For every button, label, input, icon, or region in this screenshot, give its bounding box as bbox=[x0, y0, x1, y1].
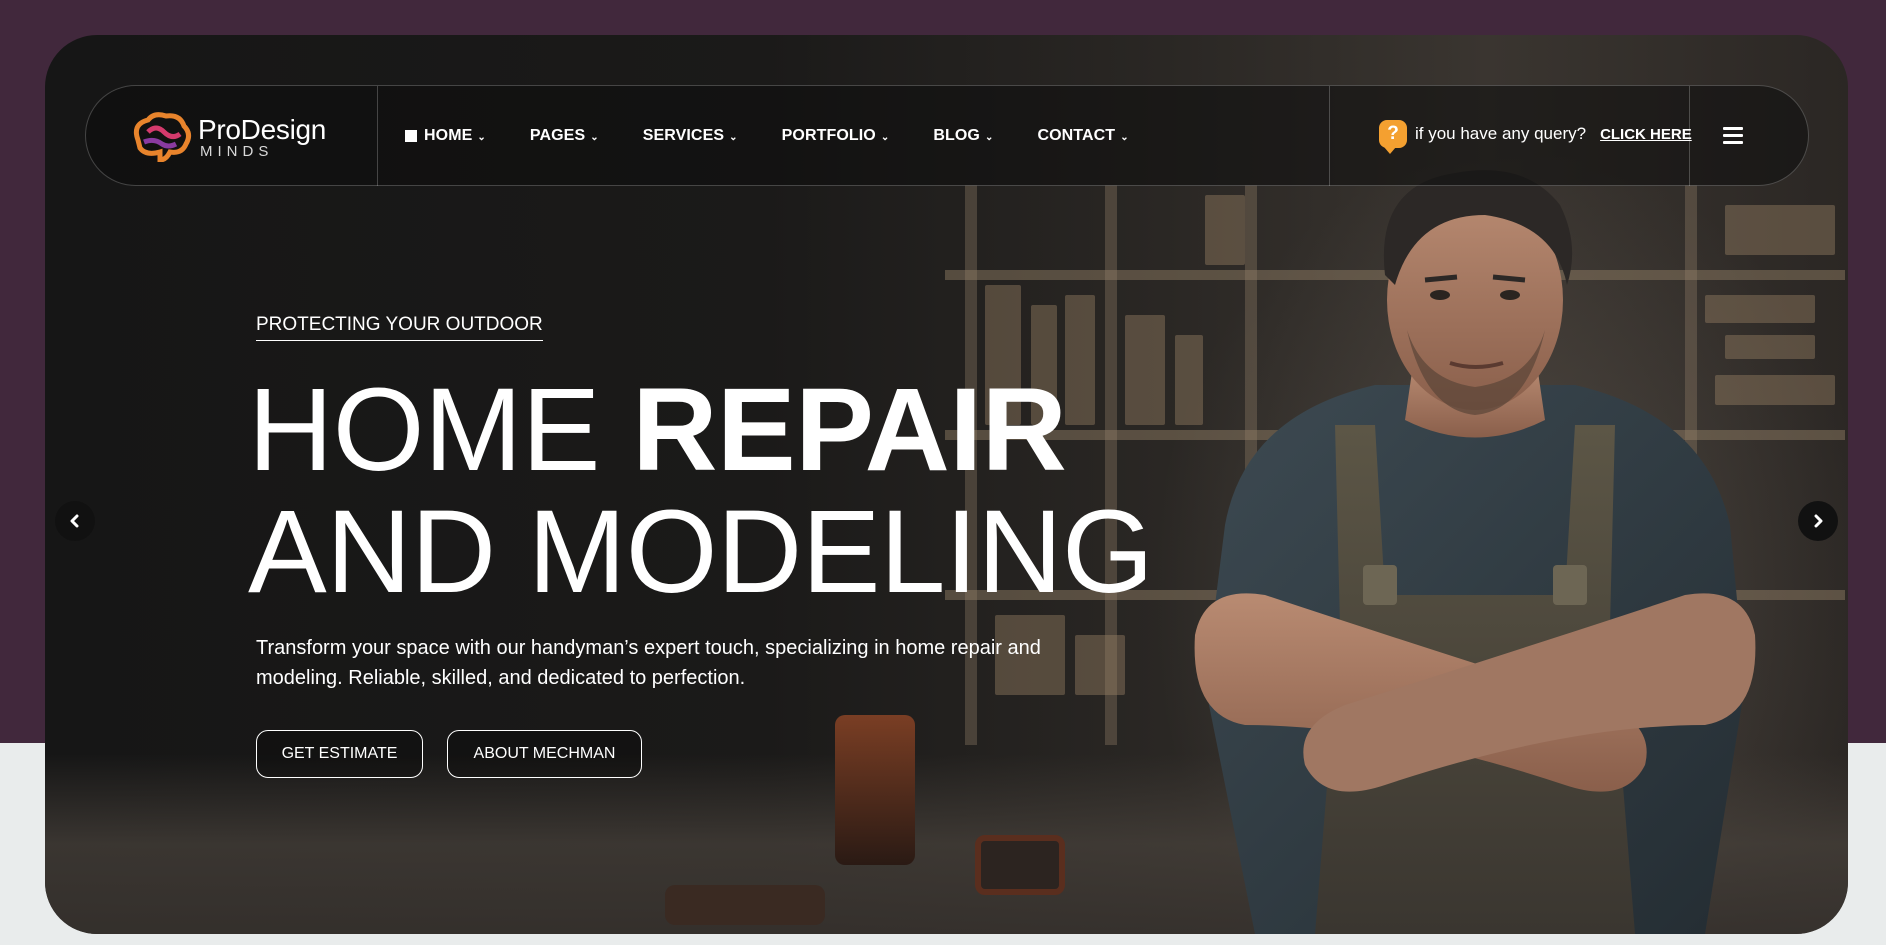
headline-line2: AND MODELING bbox=[248, 486, 1154, 618]
hero-slider: ProDesign MINDS HOME ⌄ PAGES ⌄ SERVICES … bbox=[45, 35, 1848, 934]
nav-divider bbox=[377, 86, 378, 186]
nav-item-label: PAGES bbox=[529, 127, 586, 144]
chevron-down-icon: ⌄ bbox=[984, 131, 994, 143]
nav-item-label: SERVICES bbox=[642, 127, 725, 144]
tape-measure-tool bbox=[975, 835, 1065, 895]
slider-prev-button[interactable] bbox=[55, 501, 95, 541]
nav-item-label: CONTACT bbox=[1037, 127, 1116, 144]
about-mechman-button[interactable]: ABOUT MECHMAN bbox=[447, 730, 642, 778]
main-navbar: ProDesign MINDS HOME ⌄ PAGES ⌄ SERVICES … bbox=[85, 85, 1809, 186]
nav-item-home[interactable]: HOME ⌄ bbox=[405, 127, 486, 145]
hand-tool bbox=[665, 885, 825, 925]
get-estimate-button[interactable]: GET ESTIMATE bbox=[256, 730, 423, 778]
question-icon: ? bbox=[1379, 120, 1407, 154]
headline-bold: REPAIR bbox=[632, 364, 1067, 496]
handyman-photo bbox=[1194, 170, 1756, 934]
chevron-down-icon: ⌄ bbox=[880, 131, 890, 143]
drill-tool bbox=[835, 715, 915, 865]
chevron-down-icon: ⌄ bbox=[590, 131, 599, 143]
hero-eyebrow: PROTECTING YOUR OUTDOOR bbox=[256, 314, 543, 341]
query-click-here-link[interactable]: CLICK HERE bbox=[1600, 126, 1692, 143]
nav-item-label: HOME bbox=[424, 127, 473, 144]
nav-item-services[interactable]: SERVICES ⌄ bbox=[643, 127, 738, 145]
brain-logo-icon bbox=[133, 112, 192, 162]
nav-divider bbox=[1329, 86, 1330, 186]
slider-next-button[interactable] bbox=[1798, 501, 1838, 541]
chevron-down-icon: ⌄ bbox=[729, 131, 738, 143]
main-menu: HOME ⌄ PAGES ⌄ SERVICES ⌄ PORTFOLIO ⌄ BL… bbox=[405, 86, 1173, 186]
hero-headline: HOME REPAIR AND MODELING bbox=[248, 369, 1154, 613]
chevron-left-icon bbox=[70, 514, 79, 528]
query-contact: ? if you have any query? CLICK HERE bbox=[1379, 120, 1692, 154]
site-logo[interactable]: ProDesign MINDS bbox=[130, 108, 345, 164]
hamburger-icon[interactable] bbox=[1723, 127, 1743, 145]
chevron-down-icon: ⌄ bbox=[1120, 131, 1129, 143]
nav-divider bbox=[1689, 86, 1690, 186]
brand-tagline: MINDS bbox=[200, 143, 274, 160]
nav-item-pages[interactable]: PAGES ⌄ bbox=[530, 127, 599, 145]
nav-item-contact[interactable]: CONTACT ⌄ bbox=[1037, 127, 1128, 145]
chevron-down-icon: ⌄ bbox=[477, 131, 486, 143]
query-text: if you have any query? bbox=[1415, 124, 1587, 143]
headline-light: HOME bbox=[248, 364, 633, 496]
active-indicator-icon bbox=[405, 130, 417, 142]
brand-name: ProDesign bbox=[198, 114, 327, 145]
nav-item-label: BLOG bbox=[933, 127, 980, 144]
nav-item-blog[interactable]: BLOG ⌄ bbox=[933, 127, 993, 145]
nav-item-portfolio[interactable]: PORTFOLIO ⌄ bbox=[782, 127, 890, 145]
hero-description: Transform your space with our handyman’s… bbox=[256, 637, 1041, 689]
nav-item-label: PORTFOLIO bbox=[781, 127, 876, 144]
chevron-right-icon bbox=[1814, 514, 1823, 528]
